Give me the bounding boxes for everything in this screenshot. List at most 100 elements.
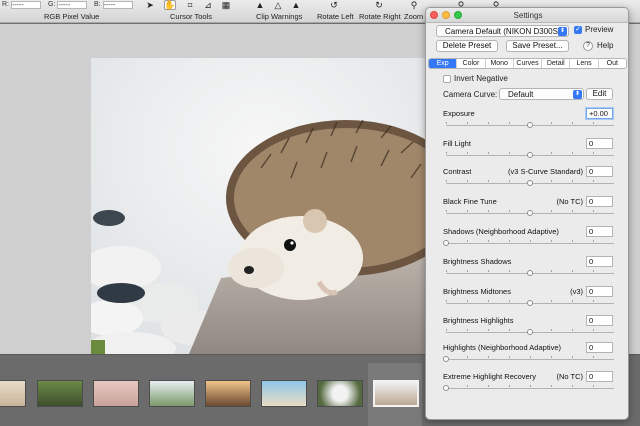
camera-curve-label: Camera Curve: [443,90,498,99]
black-fine-tune-label: Black Fine Tune [443,197,497,206]
help-icon[interactable]: ? [583,41,593,51]
tab-exp[interactable]: Exp [429,59,458,68]
fill-light-value-field[interactable]: 0 [586,138,613,149]
help-label: Help [597,41,614,50]
contrast-mode-label: (v3 S-Curve Standard) [507,167,583,176]
zoom-window-button[interactable] [454,11,462,19]
preview-label: Preview [585,25,614,34]
tab-mono[interactable]: Mono [486,59,514,68]
brightness-highlights-slider-thumb[interactable] [527,329,533,335]
chevron-updown-icon: ⬍ [558,27,567,36]
extreme-highlight-recovery-value-field[interactable]: 0 [586,371,613,382]
arrow-cursor-icon[interactable]: ➤ [144,0,156,10]
rgb-pixel-value-label: RGB Pixel Value [44,12,100,21]
camera-curve-select[interactable]: Default ⬍ [499,88,584,100]
cursor-tools-label: Cursor Tools [170,12,212,21]
preset-select[interactable]: Camera Default (NIKON D300S) ⬍ [436,25,569,37]
brightness-shadows-label: Brightness Shadows [443,257,512,266]
clip-warnings-label: Clip Warnings [256,12,303,21]
preview-checkbox[interactable]: ✓ [574,26,582,34]
exposure-label: Exposure [443,109,475,118]
invert-negative-label: Invert Negative [454,74,508,83]
zoom-icon[interactable]: ⚲ [408,0,420,10]
tab-detail[interactable]: Detail [542,59,571,68]
highlights-neighborhood-adaptive-value-field[interactable]: 0 [586,342,613,353]
filmstrip-thumbnail[interactable] [261,380,307,407]
clip-warning-shadow-icon[interactable]: ▲ [290,0,302,10]
invert-negative-checkbox[interactable] [443,75,451,83]
minimize-window-button[interactable] [442,11,450,19]
settings-title: Settings [513,11,543,20]
tab-out[interactable]: Out [599,59,626,68]
preset-select-value: Camera Default (NIKON D300S) [445,27,561,36]
hand-cursor-icon[interactable]: ✋ [164,0,176,10]
extreme-highlight-recovery-slider-thumb[interactable] [443,385,449,391]
extreme-highlight-recovery-mode-label: (No TC) [556,372,583,381]
save-preset-button[interactable]: Save Preset... [506,40,569,52]
shadows-neighborhood-adaptive-slider-thumb[interactable] [443,240,449,246]
rotate-right-icon[interactable]: ↻ [373,0,385,10]
brightness-shadows-slider-thumb[interactable] [527,270,533,276]
b-value-field: B: ----- [94,1,133,9]
extreme-highlight-recovery-slider-ticks [446,385,614,387]
exposure-slider-thumb[interactable] [527,122,533,128]
rotate-right-label: Rotate Right [359,12,401,21]
grid-icon[interactable]: ▦ [220,0,232,10]
brightness-highlights-value-field[interactable]: 0 [586,315,613,326]
settings-titlebar[interactable]: Settings [426,8,628,23]
contrast-label: Contrast [443,167,472,176]
hedgehog-image [91,58,431,361]
filmstrip-thumbnail[interactable] [205,380,251,407]
b-value: ----- [102,1,133,9]
filmstrip-thumbnail[interactable] [37,380,83,407]
tab-lens[interactable]: Lens [570,59,599,68]
black-fine-tune-slider-thumb[interactable] [527,210,533,216]
chevron-updown-icon: ⬍ [573,90,582,99]
highlights-neighborhood-adaptive-slider-ticks [446,356,614,358]
filmstrip-thumbnail-selected[interactable] [373,380,419,407]
shadows-neighborhood-adaptive-value-field[interactable]: 0 [586,226,613,237]
camera-curve-edit-button[interactable]: Edit [586,88,613,100]
shadows-neighborhood-adaptive-label: Shadows (Neighborhood Adaptive) [443,227,559,236]
b-label: B: [94,1,101,8]
black-fine-tune-value-field[interactable]: 0 [586,196,613,207]
settings-panel: Settings Camera Default (NIKON D300S) ⬍ … [425,7,629,420]
contrast-slider-thumb[interactable] [527,180,533,186]
rotate-left-label: Rotate Left [317,12,354,21]
highlights-neighborhood-adaptive-slider[interactable] [446,359,614,360]
brightness-midtones-label: Brightness Midtones [443,287,511,296]
filmstrip-thumbnail[interactable] [0,380,26,407]
filmstrip-thumbnail[interactable] [149,380,195,407]
hedgehog-photo[interactable] [91,58,431,361]
brightness-midtones-slider-thumb[interactable] [527,300,533,306]
close-window-button[interactable] [430,11,438,19]
r-label: R: [2,1,9,8]
shadows-neighborhood-adaptive-slider[interactable] [446,243,614,244]
brightness-midtones-value-field[interactable]: 0 [586,286,613,297]
r-value: ----- [11,1,41,9]
tab-curves[interactable]: Curves [514,59,543,68]
contrast-value-field[interactable]: 0 [586,166,613,177]
clip-warning-icon[interactable]: ▲ [254,0,266,10]
extreme-highlight-recovery-slider[interactable] [446,388,614,389]
crop-icon[interactable]: ⌗ [184,0,196,10]
tab-color[interactable]: Color [457,59,486,68]
brightness-shadows-value-field[interactable]: 0 [586,256,613,267]
r-value-field: R: ----- [2,1,41,9]
fill-light-slider-thumb[interactable] [527,152,533,158]
brightness-midtones-mode-label: (v3) [570,287,583,296]
clip-warning-highlight-icon[interactable]: △ [272,0,284,10]
g-value-field: G: ----- [48,1,88,9]
exposure-value-field[interactable]: +0.00 [586,108,613,119]
camera-curve-value: Default [508,90,534,99]
filmstrip-thumbnail[interactable] [317,380,363,407]
g-value: ----- [57,1,88,9]
straighten-icon[interactable]: ⊿ [202,0,214,10]
filmstrip-thumbnail[interactable] [93,380,139,407]
highlights-neighborhood-adaptive-label: Highlights (Neighborhood Adaptive) [443,343,561,352]
delete-preset-button[interactable]: Delete Preset [436,40,498,52]
brightness-highlights-label: Brightness Highlights [443,316,514,325]
zoom-label: Zoom [404,12,424,21]
rotate-left-icon[interactable]: ↺ [328,0,340,10]
highlights-neighborhood-adaptive-slider-thumb[interactable] [443,356,449,362]
